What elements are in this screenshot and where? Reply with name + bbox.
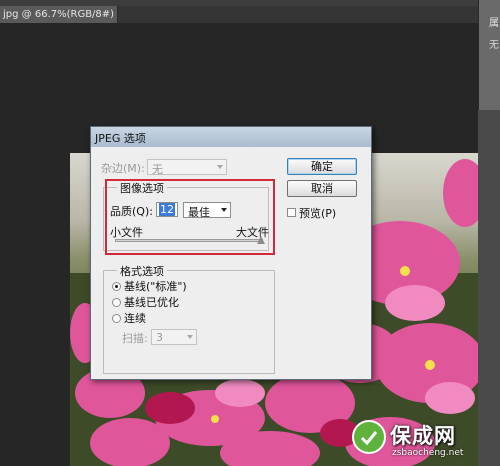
radio-baseline-standard-label: 基线("标准") <box>124 280 187 293</box>
dialog-titlebar[interactable]: JPEG 选项 <box>91 127 371 147</box>
watermark-title: 保成网 <box>390 424 456 448</box>
scans-value: 3 <box>156 331 163 344</box>
radio-progressive[interactable] <box>112 314 121 323</box>
cancel-button[interactable]: 取消 <box>287 180 357 197</box>
scans-select[interactable]: 3 <box>151 329 197 345</box>
radio-baseline-standard[interactable] <box>112 282 121 291</box>
dialog-title: JPEG 选项 <box>95 132 146 145</box>
highlight-box <box>105 179 275 255</box>
panel-area <box>478 110 500 466</box>
preview-label: 预览(P) <box>299 207 337 220</box>
matte-label: 杂边(M): <box>101 162 145 175</box>
matte-select[interactable]: 无 <box>147 159 227 176</box>
radio-baseline-optimized[interactable] <box>112 298 121 307</box>
properties-panel: 属 无 <box>478 0 500 110</box>
jpeg-options-dialog: JPEG 选项 杂边(M): 无 确定 取消 预览(P) 图像选项 品质(Q):… <box>90 126 372 380</box>
radio-baseline-optimized-label: 基线已优化 <box>124 296 179 309</box>
chevron-down-icon <box>217 165 223 169</box>
radio-progressive-label: 连续 <box>124 312 146 325</box>
document-tab-title: jpg @ 66.7%(RGB/8#) * <box>3 9 118 20</box>
panel-content-label: 无 <box>489 40 499 51</box>
preview-checkbox[interactable] <box>287 208 296 217</box>
scans-label: 扫描: <box>122 332 148 345</box>
panel-title: 属 <box>489 18 499 29</box>
watermark-logo-icon <box>352 420 386 454</box>
matte-value: 无 <box>152 163 163 176</box>
format-options-title: 格式选项 <box>117 263 167 279</box>
tab-bar <box>118 6 478 23</box>
ok-button[interactable]: 确定 <box>287 158 357 175</box>
watermark-url: zsbaocheng.net <box>392 448 464 458</box>
document-tab[interactable]: jpg @ 66.7%(RGB/8#) *× <box>0 6 118 23</box>
chevron-down-icon <box>187 335 193 339</box>
